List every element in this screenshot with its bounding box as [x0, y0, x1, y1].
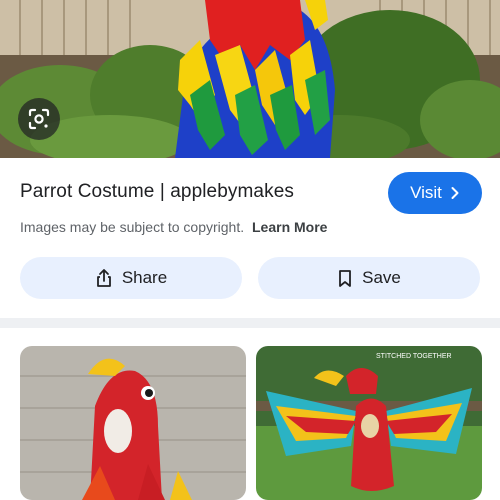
copyright-notice: Images may be subject to copyright. Lear…	[20, 219, 327, 235]
main-image[interactable]	[0, 0, 500, 158]
watermark-text: STITCHED TOGETHER	[376, 353, 452, 360]
share-label: Share	[121, 268, 168, 287]
save-label: Save	[362, 268, 401, 287]
result-title[interactable]: Parrot Costume | applebymakes	[20, 181, 294, 203]
related-photo-flying-parrot: STITCHED TOGETHER	[256, 346, 482, 500]
learn-more-link[interactable]: Learn More	[252, 219, 327, 235]
related-photo-red-parrot	[20, 346, 246, 500]
share-icon	[96, 269, 111, 287]
visit-label: Visit	[410, 183, 442, 202]
result-header: Parrot Costume | applebymakes Visit	[20, 172, 482, 216]
lens-icon	[28, 108, 50, 130]
section-divider	[0, 318, 500, 328]
visit-button[interactable]: Visit	[388, 172, 482, 214]
parrot-costume-photo	[0, 0, 500, 158]
share-button[interactable]: Share	[20, 257, 242, 299]
chevron-right-icon	[451, 187, 459, 199]
related-image[interactable]	[20, 346, 246, 500]
bookmark-icon	[339, 269, 352, 287]
save-button[interactable]: Save	[258, 257, 480, 299]
lens-button[interactable]	[18, 98, 60, 140]
related-image[interactable]: STITCHED TOGETHER	[256, 346, 482, 500]
copyright-text: Images may be subject to copyright.	[20, 219, 245, 235]
